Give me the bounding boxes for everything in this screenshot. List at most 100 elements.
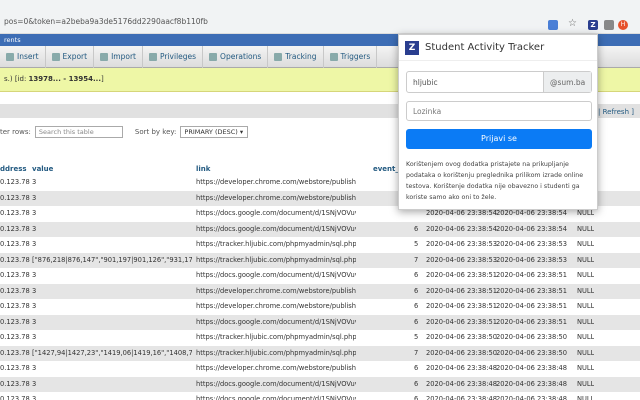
url-field[interactable]: pos=0&token=a2beba9a3de5176dd2290aacf8b1… (4, 17, 208, 26)
table-row[interactable]: 0.123.78 3 https://docs.google.com/documen… (0, 376, 640, 392)
sort-select[interactable]: PRIMARY (DESC) ▾ (180, 126, 249, 138)
tab-label: Privileges (159, 52, 197, 61)
password-input[interactable]: Lozinka (406, 101, 592, 121)
table-row[interactable]: 0.123.78 3 https://developer.chrome.com/we… (0, 283, 640, 299)
tab-label: Insert (17, 52, 39, 61)
cell-value: ["876,218|876,147","901,197|901,126","93… (32, 255, 192, 264)
sort-select-value: PRIMARY (DESC) (184, 128, 238, 136)
translate-icon[interactable] (548, 20, 558, 30)
cell-link: https://developer.chrome.com/webstore/pu… (196, 302, 356, 310)
cell-value: 3 (32, 224, 37, 233)
bookmark-star-icon[interactable]: ☆ (568, 18, 577, 29)
cell-address: 0.123.78 (0, 271, 30, 279)
cell-time-start: 2020-04-06 23:38:51 (426, 317, 498, 326)
table-row[interactable]: 0.123.78 3 https://docs.google.com/documen… (0, 392, 640, 400)
cell-address: 0.123.78 (0, 209, 30, 217)
cell-time-end: 2020-04-06 23:38:53 (496, 255, 568, 264)
tab-tracking[interactable]: Tracking (268, 45, 324, 68)
tracking-icon (274, 52, 283, 61)
cell-value: 3 (32, 302, 37, 310)
tab-label: Triggers (340, 52, 371, 61)
cell-value: 3 (32, 286, 37, 295)
cell-value: 3 (32, 240, 37, 248)
table-row[interactable]: 0.123.78 3 https://developer.chrome.com/we… (0, 361, 640, 377)
triggers-icon (329, 52, 338, 61)
cell-address: 0.123.78 (0, 395, 30, 400)
cell-time-end: 2020-04-06 23:38:48 (496, 395, 568, 400)
cell-time-end: 2020-04-06 23:38:51 (496, 271, 568, 279)
sql-suffix: ] (100, 75, 104, 83)
cell-event-type: 6 (414, 395, 419, 400)
filter-input[interactable]: Search this table (34, 126, 123, 138)
cell-time-end: 2020-04-06 23:38:48 (496, 364, 568, 372)
tab-triggers[interactable]: Triggers (324, 45, 378, 68)
col-address[interactable]: ddress (0, 165, 27, 173)
table-row[interactable]: 0.123.78 3 https://docs.google.com/documen… (0, 221, 640, 237)
login-button[interactable]: Prijavi se (406, 129, 592, 149)
cell-link: https://docs.google.com/document/d/1SNjV… (196, 317, 356, 326)
table-row[interactable]: 0.123.78 3 https://docs.google.com/documen… (0, 268, 640, 284)
cell-link: https://tracker.hljubic.com/phpmyadmin/s… (196, 333, 356, 341)
col-value[interactable]: value (32, 165, 53, 173)
cell-address: 0.123.78 (0, 302, 30, 310)
refresh-link[interactable]: | Refresh ] (598, 108, 634, 116)
table-row[interactable]: 0.123.78 ["876,218|876,147","901,197|901,… (0, 252, 640, 268)
cell-null: NULL (577, 348, 595, 357)
cell-time-start: 2020-04-06 23:38:50 (426, 348, 498, 357)
tab-label: Export (62, 52, 88, 61)
table-row[interactable]: 0.123.78 3 https://developer.chrome.com/we… (0, 299, 640, 315)
cell-null: NULL (577, 286, 595, 295)
cell-time-start: 2020-04-06 23:38:51 (426, 286, 498, 295)
table-row[interactable]: 0.123.78 3 https://tracker.hljubic.com/php… (0, 330, 640, 346)
cell-time-end: 2020-04-06 23:38:54 (496, 224, 568, 233)
cell-time-start: 2020-04-06 23:38:48 (426, 379, 498, 388)
cell-null: NULL (577, 240, 595, 248)
cell-time-start: 2020-04-06 23:38:51 (426, 271, 498, 279)
cell-link: https://developer.chrome.com/webstore/pu… (196, 364, 356, 372)
consent-note: Korištenjem ovog dodatka pristajete na p… (406, 161, 584, 201)
tab-export[interactable]: Export (46, 45, 95, 68)
cell-time-end: 2020-04-06 23:38:54 (496, 209, 568, 217)
cell-time-start: 2020-04-06 23:38:53 (426, 240, 498, 248)
cell-value: 3 (32, 395, 37, 400)
tab-import[interactable]: Import (94, 45, 143, 68)
table-row[interactable]: 0.123.78 3 https://docs.google.com/documen… (0, 314, 640, 330)
cell-event-type: 5 (414, 240, 419, 248)
table-row[interactable]: 0.123.78 3 https://tracker.hljubic.com/php… (0, 237, 640, 253)
cell-link: https://docs.google.com/document/d/1SNjV… (196, 395, 356, 400)
cell-link: https://docs.google.com/document/d/1SNjV… (196, 379, 356, 388)
cell-time-start: 2020-04-06 23:38:54 (426, 224, 498, 233)
tab-insert[interactable]: Insert (0, 45, 46, 68)
tab-privileges[interactable]: Privileges (143, 45, 204, 68)
cell-null: NULL (577, 333, 595, 341)
username-input[interactable]: hljubic (407, 72, 543, 92)
student-tracker-extension-icon[interactable]: Z (588, 20, 598, 30)
avatar[interactable]: H (618, 20, 628, 30)
cell-link: https://docs.google.com/document/d/1SNjV… (196, 271, 356, 279)
sql-id-range: 13978... - 13954... (28, 75, 101, 83)
cell-null: NULL (577, 302, 595, 310)
sort-label: Sort by key: (134, 128, 177, 136)
popup-header: Z Student Activity Tracker (399, 35, 597, 61)
tab-operations[interactable]: Operations (203, 45, 269, 68)
cell-link: https://tracker.hljubic.com/phpmyadmin/s… (196, 255, 356, 264)
cell-event-type: 7 (414, 255, 419, 264)
cell-link: https://tracker.hljubic.com/phpmyadmin/s… (196, 348, 356, 357)
cell-link: https://docs.google.com/document/d/1SNjV… (196, 209, 356, 217)
table-row[interactable]: 0.123.78 ["1427,94|1427,23","1419,06|1419… (0, 345, 640, 361)
tab-label: Tracking (285, 52, 317, 61)
cell-link: https://developer.chrome.com/webstore/pu… (196, 178, 356, 186)
domain-suffix: @sum.ba (543, 72, 591, 92)
cell-address: 0.123.78 (0, 333, 30, 341)
extension-icon[interactable] (604, 20, 614, 30)
cell-event-type: 6 (414, 224, 419, 233)
username-field[interactable]: hljubic @sum.ba (406, 71, 592, 93)
cell-null: NULL (577, 379, 595, 388)
cell-time-end: 2020-04-06 23:38:51 (496, 302, 568, 310)
student-activity-tracker-popup: Z Student Activity Tracker hljubic @sum.… (398, 34, 598, 210)
cell-time-end: 2020-04-06 23:38:51 (496, 317, 568, 326)
col-link[interactable]: link (196, 165, 210, 173)
cell-time-end: 2020-04-06 23:38:48 (496, 379, 568, 388)
browser-address-bar: pos=0&token=a2beba9a3de5176dd2290aacf8b1… (0, 0, 640, 34)
cell-event-type: 6 (414, 317, 419, 326)
